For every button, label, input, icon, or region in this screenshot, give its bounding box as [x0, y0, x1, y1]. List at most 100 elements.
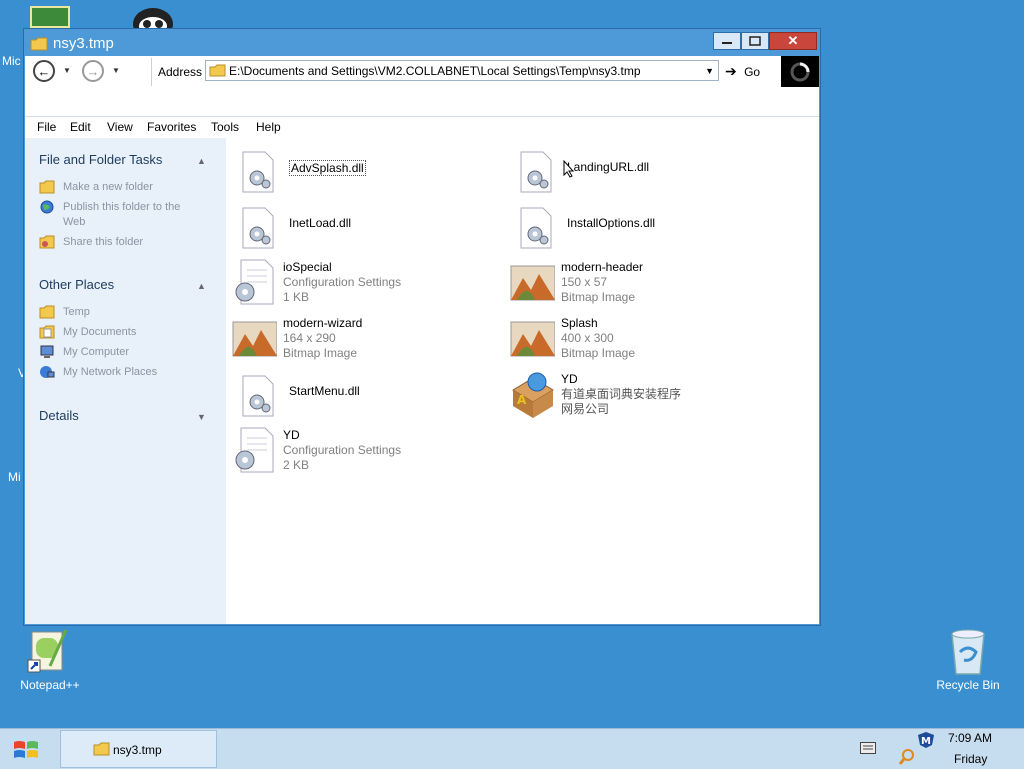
file-item-splash[interactable]: Splash 400 x 300 Bitmap Image: [509, 314, 779, 364]
file-details: YD 有道桌面词典安装程序 网易公司: [561, 372, 681, 417]
section-header-other-places[interactable]: Other Places: [39, 277, 114, 292]
file-item-yd-config[interactable]: YD Configuration Settings 2 KB: [231, 426, 501, 476]
desktop-icon-recycle-bin[interactable]: Recycle Bin: [923, 626, 1013, 692]
window-title: nsy3.tmp: [53, 35, 114, 52]
title-bar[interactable]: nsy3.tmp ✕: [24, 29, 820, 57]
file-list: AdvSplash.dll LandingURL.dll InetLoad.dl…: [226, 138, 819, 624]
go-button[interactable]: ➔ Go: [725, 63, 760, 80]
new-folder-icon: [39, 180, 55, 194]
minimize-button[interactable]: [713, 32, 741, 50]
collapse-icon[interactable]: ▲: [197, 281, 206, 291]
desktop-icon-top-raccoon[interactable]: [128, 4, 178, 40]
svg-text:A: A: [517, 393, 527, 407]
throbber-icon: [781, 56, 819, 87]
address-label: Address: [158, 65, 203, 79]
bitmap-file-icon: [509, 258, 556, 306]
recycle-bin-icon: [944, 626, 992, 676]
forward-button[interactable]: →: [82, 60, 104, 82]
menu-tools[interactable]: Tools: [211, 120, 239, 134]
navigation-bar: ← ▼ → ▼ Address E:\Documents and Setting…: [25, 56, 819, 117]
place-my-computer[interactable]: My Computer: [39, 345, 219, 360]
file-name: modern-wizard: [283, 316, 363, 330]
task-make-new-folder[interactable]: Make a new folder: [39, 180, 219, 195]
file-name: StartMenu.dll: [289, 384, 360, 398]
config-file-icon: [231, 426, 277, 474]
place-my-documents[interactable]: My Documents: [39, 325, 219, 340]
address-dropdown-icon[interactable]: ▼: [705, 66, 714, 76]
back-dropdown-icon[interactable]: ▼: [63, 66, 71, 75]
menu-help[interactable]: Help: [256, 120, 281, 134]
dll-file-icon: [515, 150, 561, 198]
clock-day[interactable]: Friday: [954, 752, 987, 766]
desktop-icon-top-left[interactable]: [30, 6, 70, 28]
file-type: Bitmap Image: [561, 346, 636, 360]
menu-edit[interactable]: Edit: [70, 120, 91, 134]
desktop-icon-label: Notepad++: [20, 678, 80, 692]
file-name: ioSpecial: [283, 260, 332, 274]
file-item-landingurl[interactable]: LandingURL.dll: [515, 150, 785, 200]
close-button[interactable]: ✕: [769, 32, 817, 50]
menu-view[interactable]: View: [107, 120, 133, 134]
expand-icon[interactable]: ▼: [197, 412, 206, 422]
file-description: 有道桌面词典安装程序: [561, 387, 682, 401]
menu-file[interactable]: File: [37, 120, 56, 134]
keyboard-icon[interactable]: [860, 742, 876, 757]
file-name: InstallOptions.dll: [567, 216, 656, 230]
file-details: YD Configuration Settings 2 KB: [283, 428, 401, 473]
file-item-yd-installer[interactable]: A YD 有道桌面词典安装程序 网易公司: [509, 370, 779, 420]
mouse-cursor-icon: [563, 159, 575, 181]
file-item-startmenu[interactable]: StartMenu.dll: [237, 374, 507, 424]
my-documents-icon: [39, 325, 55, 339]
search-tray-icon[interactable]: [898, 749, 915, 768]
file-name: InetLoad.dll: [289, 216, 352, 230]
toolbar-separator: [151, 58, 152, 86]
desktop-edge-label: Mi: [8, 470, 21, 484]
taskbar-item-explorer[interactable]: nsy3.tmp: [60, 730, 217, 768]
desktop-icon-notepadpp[interactable]: Notepad++: [5, 628, 95, 692]
svg-text:M: M: [921, 736, 931, 747]
security-tray-icon[interactable]: M: [917, 731, 935, 752]
task-pane: File and Folder Tasks ▲ Make a new folde…: [25, 138, 226, 624]
forward-dropdown-icon[interactable]: ▼: [112, 66, 120, 75]
file-item-modern-header[interactable]: modern-header 150 x 57 Bitmap Image: [509, 258, 779, 308]
task-publish-to-web[interactable]: Publish this folder to the Web: [39, 200, 219, 230]
go-arrow-icon: ➔: [725, 63, 737, 79]
file-size: 2 KB: [283, 458, 310, 472]
file-details: Splash 400 x 300 Bitmap Image: [561, 316, 635, 361]
file-item-advsplash[interactable]: AdvSplash.dll: [237, 150, 507, 200]
collapse-icon[interactable]: ▲: [197, 156, 206, 166]
section-header-file-folder-tasks[interactable]: File and Folder Tasks: [39, 152, 162, 167]
address-value: E:\Documents and Settings\VM2.COLLABNET\…: [229, 64, 641, 78]
bitmap-file-icon: [231, 314, 278, 362]
bitmap-file-icon: [509, 314, 556, 362]
place-temp[interactable]: Temp: [39, 305, 219, 320]
menu-favorites[interactable]: Favorites: [147, 120, 196, 134]
task-share-folder[interactable]: Share this folder: [39, 235, 219, 250]
file-type: Configuration Settings: [283, 443, 402, 457]
desktop-edge-label: Mic: [2, 54, 21, 68]
address-field[interactable]: E:\Documents and Settings\VM2.COLLABNET\…: [205, 60, 719, 81]
back-arrow-icon: ←: [37, 63, 51, 79]
file-item-modern-wizard[interactable]: modern-wizard 164 x 290 Bitmap Image: [231, 314, 501, 364]
back-button[interactable]: ←: [33, 60, 55, 82]
clock-time[interactable]: 7:09 AM: [948, 731, 992, 745]
place-my-network-places[interactable]: My Network Places: [39, 365, 219, 380]
file-name: modern-header: [561, 260, 644, 274]
section-header-details[interactable]: Details: [39, 408, 79, 423]
dll-file-icon: [515, 206, 561, 254]
file-type: Bitmap Image: [561, 290, 636, 304]
dll-file-icon: [237, 206, 283, 254]
file-size: 1 KB: [283, 290, 310, 304]
dll-file-icon: [237, 150, 283, 198]
close-icon: ✕: [787, 33, 799, 48]
file-item-installoptions[interactable]: InstallOptions.dll: [515, 206, 785, 256]
file-item-inetload[interactable]: InetLoad.dll: [237, 206, 507, 256]
globe-icon: [39, 200, 55, 214]
go-label: Go: [744, 65, 761, 79]
maximize-button[interactable]: [741, 32, 769, 50]
start-button[interactable]: [0, 729, 58, 769]
windows-logo-icon: [12, 738, 40, 765]
file-type: Configuration Settings: [283, 275, 402, 289]
file-details: modern-header 150 x 57 Bitmap Image: [561, 260, 643, 305]
file-item-iospecial[interactable]: ioSpecial Configuration Settings 1 KB: [231, 258, 501, 308]
